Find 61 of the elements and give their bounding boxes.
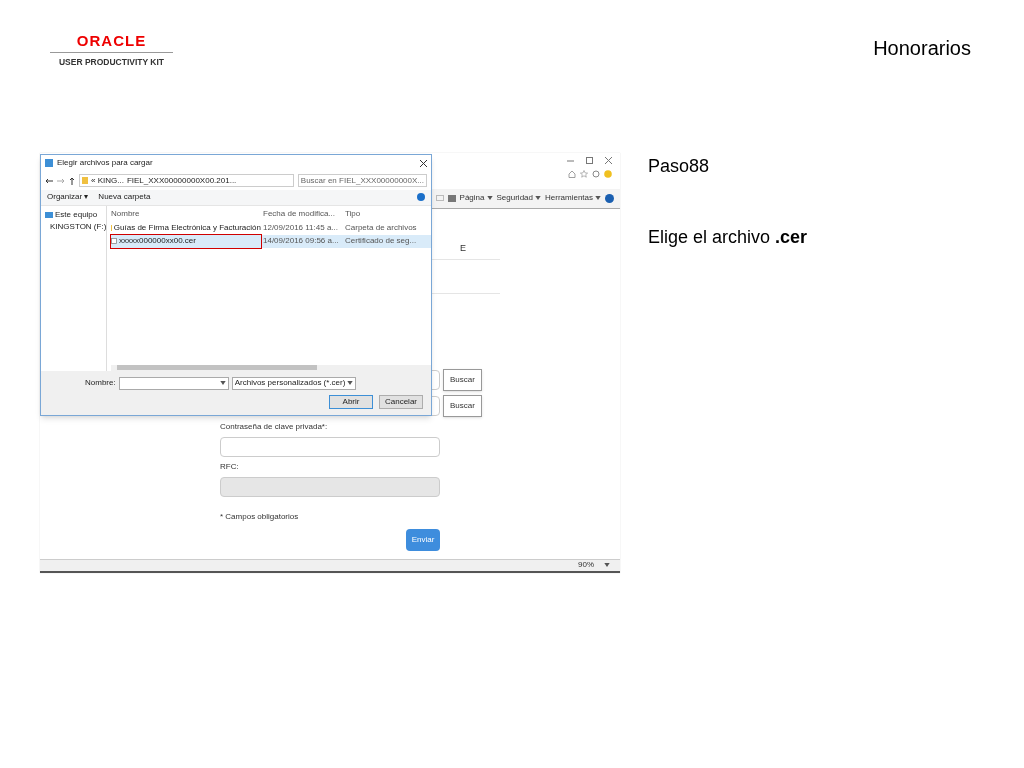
field-label: RFC: [220, 460, 240, 473]
column-header[interactable]: Tipo [345, 209, 415, 218]
file-type: Certificado de seg... [345, 237, 417, 246]
zoom-level[interactable]: 90% [578, 559, 594, 572]
step-label: Paso88 [648, 154, 711, 178]
required-note: * Campos obligatorios [220, 510, 300, 523]
input-field[interactable] [220, 436, 440, 457]
up-arrow-icon[interactable] [69, 176, 75, 185]
readonly-field[interactable] [220, 476, 440, 497]
page-heading: E [460, 242, 466, 256]
toolbar-menu[interactable]: Seguridad [496, 192, 541, 205]
back-arrow-icon[interactable] [45, 177, 53, 184]
slide-title: Honorarios [873, 36, 971, 61]
forward-arrow-icon[interactable] [57, 177, 65, 184]
dialog-title: Elegir archivos para cargar [57, 159, 154, 168]
file-row[interactable]: xxxxx000000xx00.cer 14/09/2016 09:56 a... Certificado de seg... [111, 234, 431, 248]
close-icon[interactable] [420, 159, 427, 167]
nav-item[interactable]: KINGSTON (F:) [45, 222, 106, 231]
path-segment[interactable]: FIEL_XXX00000000X00.201... [126, 176, 237, 185]
name-label: Nombre: [85, 379, 116, 388]
toolbar-menu[interactable]: Página [459, 192, 493, 205]
star-icon[interactable] [580, 169, 588, 178]
step-instruction: Elige el archivo .cer [648, 225, 808, 249]
caret-icon [347, 381, 354, 386]
home-icon[interactable] [568, 169, 576, 178]
toolbar-button[interactable]: Nueva carpeta [98, 193, 151, 202]
column-header[interactable]: Fecha de modifica... [263, 209, 345, 218]
dialog-button[interactable]: Abrir [329, 394, 373, 409]
path-segment[interactable]: « KING... [91, 176, 124, 185]
browse-button[interactable]: Buscar [443, 368, 482, 391]
file-date: 14/09/2016 09:56 a... [263, 237, 340, 246]
mail-icon[interactable] [435, 195, 444, 202]
toolbar-button[interactable]: Organizar ▾ [47, 193, 89, 202]
oracle-logo: ORACLE USER PRODUCTIVITY KIT [50, 33, 173, 69]
caret-icon [535, 196, 541, 201]
dialog-button[interactable]: Cancelar [379, 394, 423, 409]
file-date: 12/09/2016 11:45 a... [263, 224, 340, 233]
file-name: xxxxx000000xx00.cer [119, 237, 196, 246]
file-name: Guías de Firma Electrónica y Facturación [113, 224, 261, 233]
horizontal-scrollbar[interactable] [111, 364, 431, 371]
file-type: Carpeta de archivos [345, 224, 417, 233]
window-icon [45, 159, 53, 168]
toolbar-menu[interactable]: Herramientas [545, 192, 601, 205]
file-row[interactable]: Guías de Firma Electrónica y Facturación 12/09/2016 11:45 a... Carpeta de archivos [111, 221, 431, 235]
column-header[interactable]: Nombre [111, 209, 263, 218]
nav-item[interactable]: Este equipo [45, 210, 106, 219]
caret-icon [604, 563, 610, 568]
search-field[interactable]: Buscar en FIEL_XXX00000000X... [297, 174, 427, 188]
caret-icon [486, 196, 493, 201]
maximize-icon[interactable] [586, 156, 593, 164]
address-bar[interactable]: « KING... FIEL_XXX00000000X00.201... [79, 174, 294, 188]
computer-icon [45, 211, 53, 218]
certificate-icon [111, 238, 117, 245]
browse-button[interactable]: Buscar [443, 394, 482, 417]
caret-icon [219, 381, 226, 386]
help-icon[interactable] [605, 193, 614, 203]
file-name-field[interactable] [118, 376, 229, 390]
file-type-dropdown[interactable]: Archivos personalizados (*.cer) [231, 376, 357, 390]
field-label: Contraseña de clave privada*: [220, 420, 329, 433]
caret-icon [595, 196, 601, 201]
help-icon[interactable] [417, 193, 425, 202]
